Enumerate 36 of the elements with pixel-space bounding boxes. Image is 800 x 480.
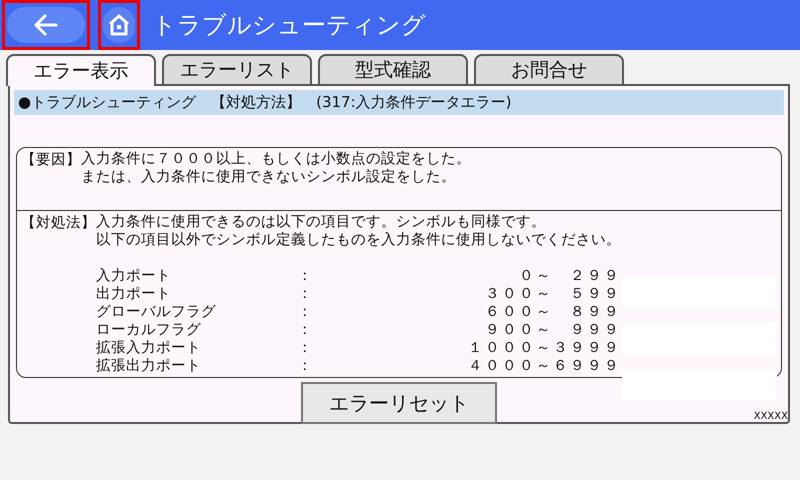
section-label: 【要因】 (21, 151, 81, 170)
range-name: 入力ポート (96, 267, 172, 285)
back-button[interactable] (7, 7, 85, 43)
range-name: グローバルフラグ (96, 303, 217, 321)
range-separator: ： (298, 321, 314, 339)
error-reset-button[interactable]: エラーリセット (301, 382, 497, 424)
range-value: ９００～ ９９９ (484, 321, 621, 339)
section-label: 【対処法】 (21, 214, 96, 233)
home-icon (107, 13, 131, 37)
screen-title: トラブルシューティング (152, 10, 426, 41)
back-arrow-icon (33, 13, 59, 37)
range-value: ４０００～６９９９ (467, 357, 621, 375)
tab[interactable]: エラーリスト (162, 54, 312, 84)
message-text: または、入力条件に使用できないシンボル設定をした。 (81, 168, 457, 186)
footer-code: XXXXX (754, 411, 788, 422)
range-value: ０～ ２９９ (518, 267, 621, 285)
message-text: 入力条件に７０００以上、もしくは小数点の設定をした。 (81, 150, 471, 168)
range-separator: ： (298, 303, 314, 321)
message-text: 入力条件に使用できるのは以下の項目です。シンボルも同様です。 (96, 213, 547, 231)
range-name: 拡張出力ポート (96, 357, 202, 375)
range-separator: ： (298, 339, 314, 357)
range-value: ６００～ ８９９ (484, 303, 621, 321)
range-name: ローカルフラグ (96, 321, 202, 339)
tab[interactable]: 型式確認 (318, 54, 468, 84)
range-value: １０００～３９９９ (467, 339, 621, 357)
tab[interactable]: エラー表示 (6, 54, 156, 86)
range-name: 出力ポート (96, 285, 172, 303)
message-text: 以下の項目以外でシンボル定義したものを入力条件に使用しないでください。 (96, 231, 621, 249)
range-separator: ： (298, 267, 314, 285)
range-separator: ： (298, 357, 314, 375)
range-name: 拡張入力ポート (96, 339, 202, 357)
info-bar: ●トラブルシューティング 【対処方法】 (317:入力条件データエラー) (14, 90, 784, 115)
home-button[interactable] (103, 7, 135, 43)
range-separator: ： (298, 285, 314, 303)
tab[interactable]: お問合せ (474, 54, 624, 84)
range-value: ３００～ ５９９ (484, 285, 621, 303)
